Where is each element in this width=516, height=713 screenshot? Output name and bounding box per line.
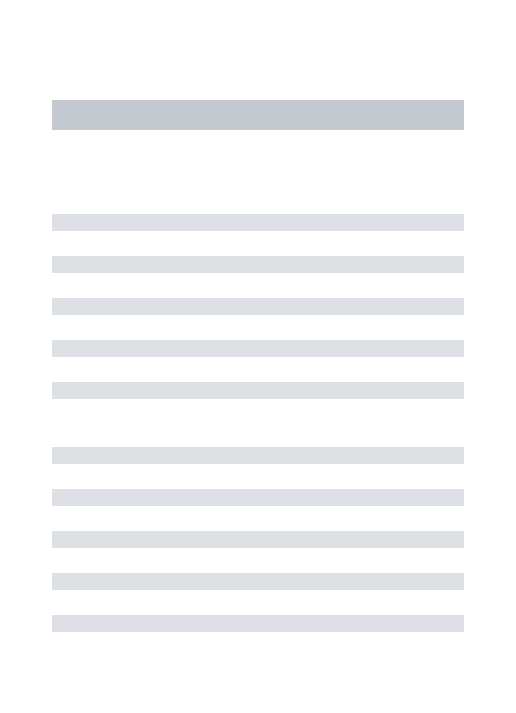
text-line-placeholder — [52, 531, 464, 548]
text-line-placeholder — [52, 489, 464, 506]
text-line-placeholder — [52, 573, 464, 590]
text-line-placeholder — [52, 447, 464, 464]
text-line-placeholder — [52, 256, 464, 273]
title-placeholder — [52, 100, 464, 130]
paragraph-placeholder — [52, 214, 464, 399]
text-line-placeholder — [52, 298, 464, 315]
text-line-placeholder — [52, 382, 464, 399]
text-line-placeholder — [52, 340, 464, 357]
text-line-placeholder — [52, 214, 464, 231]
paragraph-placeholder — [52, 447, 464, 632]
text-line-placeholder — [52, 615, 464, 632]
